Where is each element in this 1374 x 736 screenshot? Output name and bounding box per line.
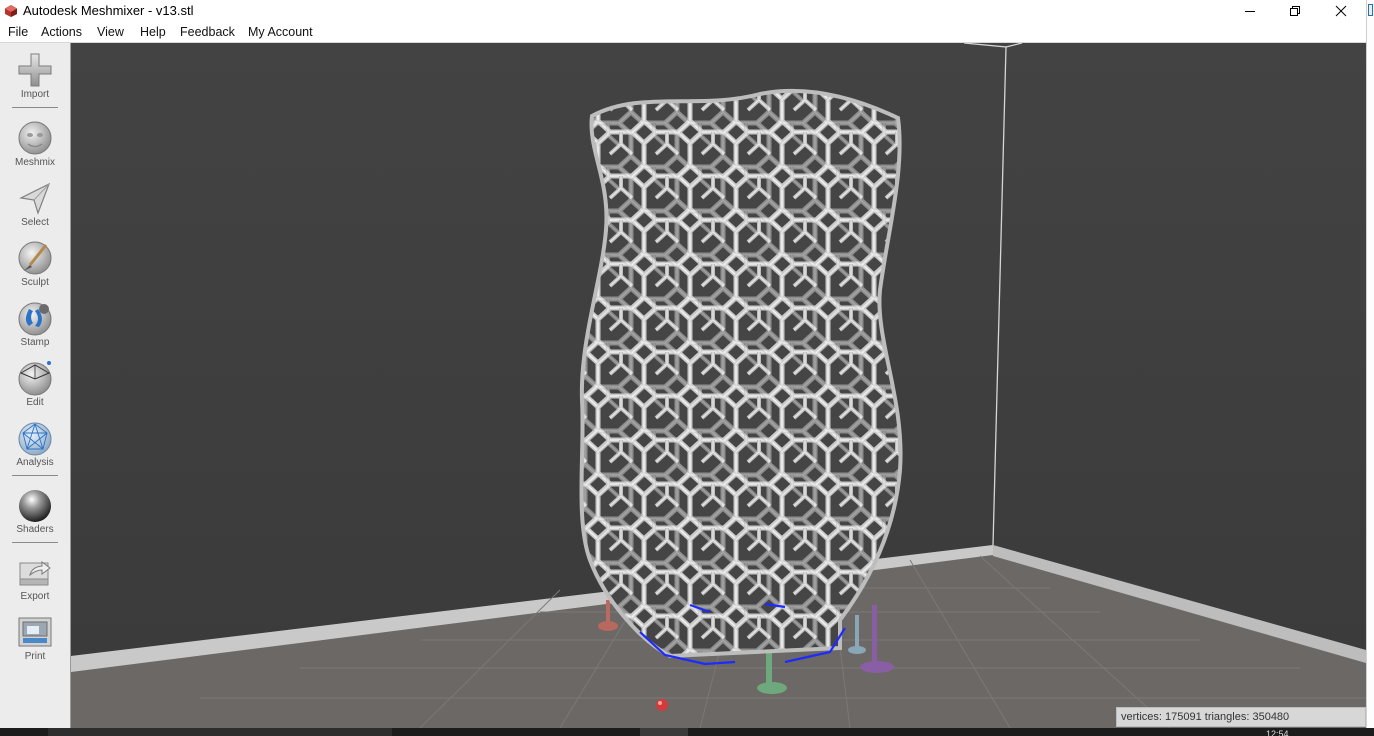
import-button[interactable]: Import xyxy=(5,51,65,109)
menu-actions[interactable]: Actions xyxy=(41,25,82,39)
menu-my-account[interactable]: My Account xyxy=(248,25,313,39)
edit-button[interactable]: Edit xyxy=(5,359,65,417)
shaders-label: Shaders xyxy=(16,524,54,535)
close-button[interactable] xyxy=(1318,0,1364,22)
brush-icon xyxy=(18,241,52,275)
toolbar-divider xyxy=(12,542,58,543)
adjacent-window-edge xyxy=(1368,4,1373,16)
shader-sphere-icon xyxy=(19,490,51,522)
sculpt-button[interactable]: Sculpt xyxy=(5,239,65,297)
taskbar-search-box[interactable] xyxy=(48,728,392,736)
menu-file[interactable]: File xyxy=(8,25,28,39)
restore-icon xyxy=(1290,6,1300,16)
export-label: Export xyxy=(20,591,50,602)
edit-label: Edit xyxy=(26,397,44,408)
import-label: Import xyxy=(20,89,50,100)
select-arrow-icon xyxy=(19,182,51,215)
select-button[interactable]: Select xyxy=(5,179,65,237)
stamp-label: Stamp xyxy=(20,337,50,348)
menu-bar: File Actions View Help Feedback My Accou… xyxy=(0,22,1366,43)
analysis-icon xyxy=(18,422,52,456)
analysis-label: Analysis xyxy=(16,457,54,468)
meshmix-label: Meshmix xyxy=(14,157,55,168)
printer-icon xyxy=(18,617,52,647)
minimize-button[interactable] xyxy=(1227,0,1273,22)
analysis-button[interactable]: Analysis xyxy=(5,419,65,477)
3d-viewport[interactable] xyxy=(71,43,1366,728)
toolbar-divider xyxy=(12,107,58,108)
export-button[interactable]: Export xyxy=(5,553,65,611)
toolbar-divider xyxy=(12,475,58,476)
export-icon xyxy=(19,561,51,586)
window-title: Autodesk Meshmixer - v13.stl xyxy=(23,3,194,18)
sculpt-label: Sculpt xyxy=(21,277,49,288)
window-edge xyxy=(1366,0,1374,736)
restore-button[interactable] xyxy=(1272,0,1318,22)
minimize-icon xyxy=(1245,11,1255,12)
meshmix-button[interactable]: Meshmix xyxy=(5,119,65,177)
mesh-stats-readout: vertices: 175091 triangles: 350480 xyxy=(1116,707,1366,727)
meshmixer-app-icon xyxy=(5,5,17,17)
close-icon xyxy=(1335,5,1347,17)
select-label: Select xyxy=(21,217,49,228)
scene-canvas[interactable] xyxy=(71,43,1366,728)
title-bar: Autodesk Meshmixer - v13.stl xyxy=(0,0,1374,22)
print-label: Print xyxy=(24,651,46,662)
main-toolbar: Import Meshmix Select Sculpt Stamp Edit … xyxy=(0,43,71,728)
bunny-icon xyxy=(18,121,52,155)
shaders-button[interactable]: Shaders xyxy=(5,486,65,544)
stamp-icon xyxy=(18,302,52,336)
taskbar-clock: 12:54 xyxy=(1266,730,1289,736)
menu-view[interactable]: View xyxy=(97,25,124,39)
stamp-button[interactable]: Stamp xyxy=(5,299,65,357)
taskbar-active-app[interactable] xyxy=(640,728,688,736)
plus-icon xyxy=(18,53,52,87)
edit-sphere-icon xyxy=(18,361,52,396)
print-button[interactable]: Print xyxy=(5,613,65,671)
menu-feedback[interactable]: Feedback xyxy=(180,25,235,39)
menu-help[interactable]: Help xyxy=(140,25,166,39)
